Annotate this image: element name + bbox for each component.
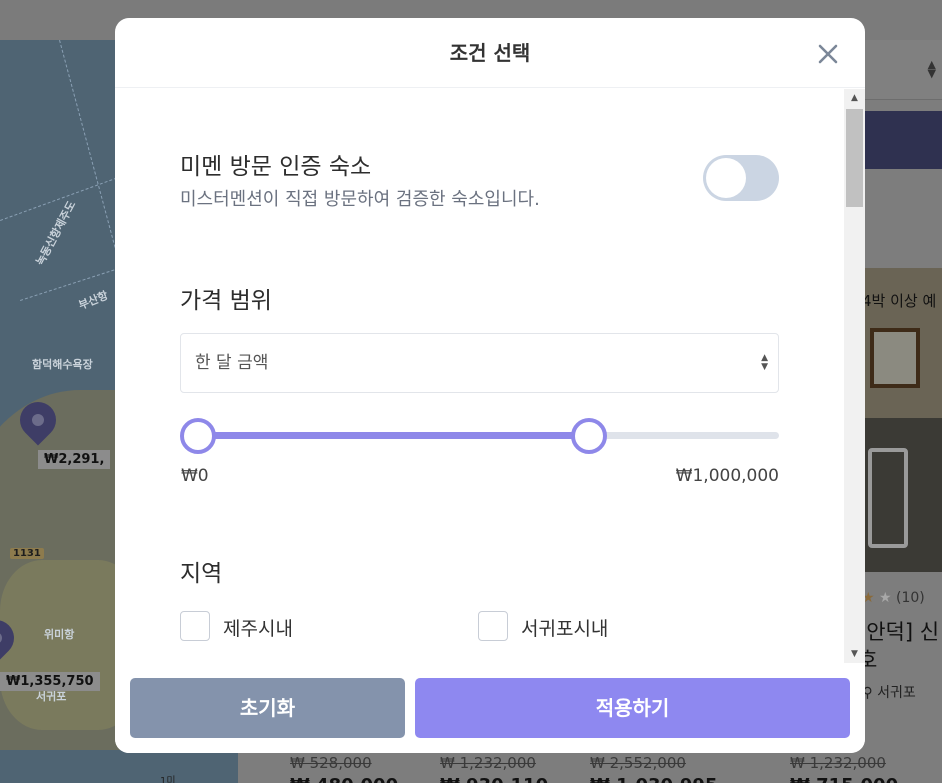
sort-select[interactable]: ▲ ▼: [858, 40, 942, 100]
original-price: ₩ 2,552,000: [590, 754, 686, 772]
select-arrows-icon: ▲ ▼: [761, 353, 768, 372]
rating-count: (10): [896, 590, 925, 606]
price-min-label: ₩0: [181, 466, 209, 486]
original-price: ₩ 528,000: [290, 754, 372, 772]
apply-button[interactable]: 적용하기: [415, 678, 850, 738]
scroll-up-icon[interactable]: ▲: [844, 89, 865, 107]
price-range-slider[interactable]: [180, 416, 779, 456]
original-price: ₩ 1,232,000: [440, 754, 536, 772]
select-arrows-icon: ▲ ▼: [927, 58, 936, 80]
sale-price: ₩ 715,000: [790, 775, 898, 783]
scrollbar[interactable]: ▲ ▼: [844, 89, 865, 663]
close-icon: [818, 44, 838, 64]
reset-button[interactable]: 초기화: [130, 678, 405, 738]
map-label: 함덕해수욕장: [32, 358, 93, 371]
listing-badge: 4박 이상 예: [862, 292, 937, 310]
price-max-label: ₩1,000,000: [675, 466, 779, 486]
toggle-knob: [706, 158, 746, 198]
verified-title: 미멘 방문 인증 숙소: [180, 154, 372, 180]
road-number-badge: 1131: [10, 548, 44, 559]
slider-handle-min[interactable]: [180, 418, 216, 454]
photo-frame: [870, 328, 920, 388]
filter-modal: 조건 선택 미멘 방문 인증 숙소 미스터멘션이 직접 방문하여 검증한 숙소입…: [115, 18, 865, 753]
close-button[interactable]: [815, 41, 841, 67]
original-price: ₩ 1,232,000: [790, 754, 886, 772]
sale-price: ₩ 1,030,995: [590, 775, 717, 783]
star-icon: ★: [879, 590, 892, 606]
listing-title-line: [안덕] 신: [858, 620, 940, 644]
map-label: 부산항: [76, 288, 110, 313]
location-text: 서귀포: [877, 685, 916, 701]
verified-toggle[interactable]: [703, 155, 779, 201]
modal-title: 조건 선택: [449, 41, 531, 65]
scroll-down-icon[interactable]: ▼: [844, 645, 865, 663]
photo-chair: [868, 448, 908, 548]
price-period-select[interactable]: 한 달 금액 ▲ ▼: [180, 333, 779, 393]
select-value: 한 달 금액: [195, 353, 269, 373]
listing-photo[interactable]: [858, 268, 942, 572]
verified-description: 미스터멘션이 직접 방문하여 검증한 숙소입니다.: [180, 189, 540, 210]
sale-price: ₩ 930,110: [440, 775, 548, 783]
checkbox[interactable]: [180, 611, 210, 641]
listing-rating: ★ ★ (10): [862, 590, 925, 606]
modal-body[interactable]: 미멘 방문 인증 숙소 미스터멘션이 직접 방문하여 검증한 숙소입니다. 가격…: [115, 89, 865, 663]
slider-handle-max[interactable]: [571, 418, 608, 454]
slider-fill: [195, 432, 587, 439]
map-price-marker[interactable]: ₩2,291,: [38, 450, 111, 469]
region-title: 지역: [180, 561, 223, 587]
filter-bar[interactable]: [858, 111, 942, 169]
price-title: 가격 범위: [180, 288, 272, 314]
checkbox-label[interactable]: 제주시내: [223, 614, 293, 641]
checkbox[interactable]: [478, 611, 508, 641]
modal-header: 조건 선택: [115, 18, 865, 88]
listing-title[interactable]: [안덕] 신 호: [858, 618, 942, 674]
map-label: 녹동신항제주도: [33, 198, 79, 268]
modal-footer: 초기화 적용하기: [115, 663, 865, 753]
scroll-thumb[interactable]: [846, 109, 863, 207]
checkbox-label[interactable]: 서귀포시내: [521, 614, 608, 641]
map-label: 위미항: [44, 628, 75, 641]
sale-price: ₩ 480,000: [290, 775, 398, 783]
map-scale: 1미: [160, 776, 176, 783]
map-price-marker[interactable]: ₩1,355,750: [0, 672, 100, 691]
